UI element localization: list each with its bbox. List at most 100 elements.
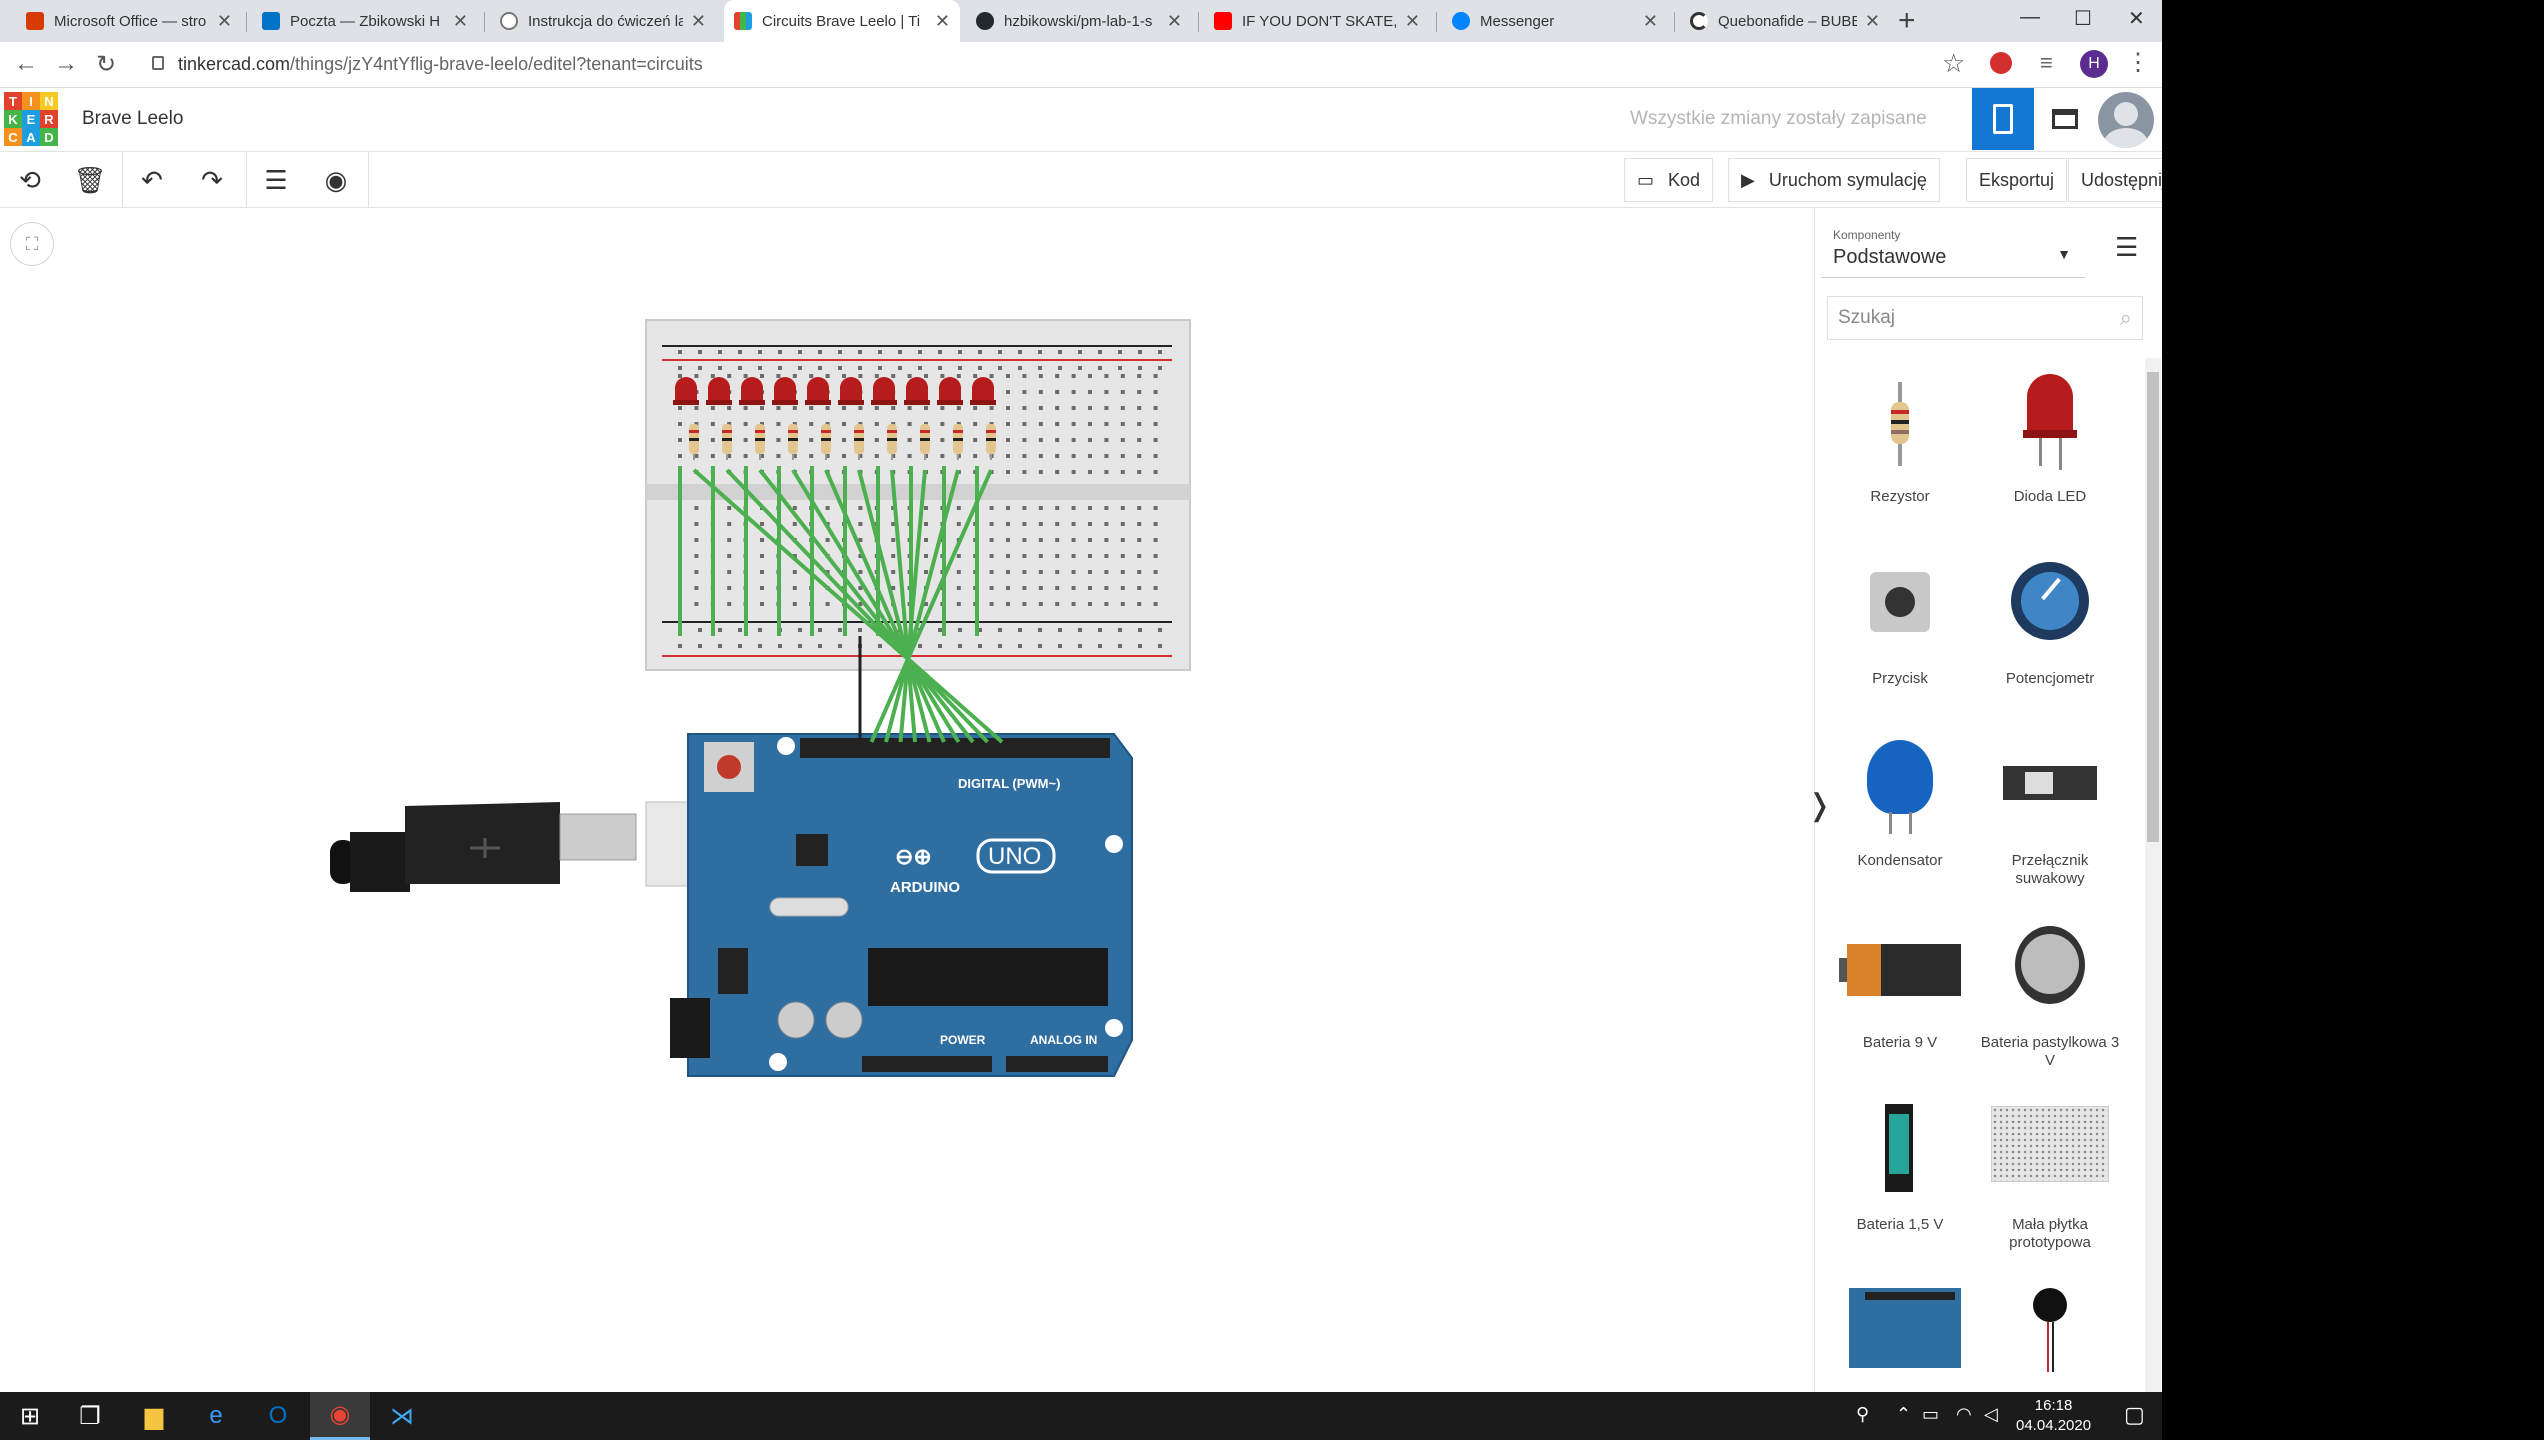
component-resistor[interactable]: Rezystor bbox=[1825, 368, 1975, 506]
extension-icon[interactable] bbox=[1990, 52, 2012, 74]
people-icon[interactable]: ⚲ bbox=[1856, 1404, 1869, 1425]
url-field[interactable]: tinkercad.com/things/jzY4ntYflig-brave-l… bbox=[178, 54, 703, 75]
digital-header-label: DIGITAL (PWM~) bbox=[958, 776, 1060, 791]
component-list-view-button[interactable] bbox=[2034, 88, 2096, 150]
browser-tab[interactable]: hzbikowski/pm-lab-1-s ✕ bbox=[966, 0, 1192, 42]
close-window-button[interactable]: ✕ bbox=[2128, 6, 2145, 31]
reload-button[interactable]: ↻ bbox=[96, 50, 116, 79]
close-tab-icon[interactable]: ✕ bbox=[691, 11, 706, 32]
component-potentiometer[interactable]: Potencjometr bbox=[1975, 550, 2125, 688]
volume-icon[interactable]: ◁ bbox=[1984, 1404, 1998, 1425]
component-pushbutton[interactable]: Przycisk bbox=[1825, 550, 1975, 688]
browser-tab-active[interactable]: Circuits Brave Leelo | Ti ✕ bbox=[724, 0, 960, 42]
close-tab-icon[interactable]: ✕ bbox=[1643, 11, 1658, 32]
notifications-icon[interactable]: ▢ bbox=[2124, 1402, 2145, 1428]
component-led[interactable]: Dioda LED bbox=[1975, 368, 2125, 506]
close-tab-icon[interactable]: ✕ bbox=[217, 11, 232, 32]
clock[interactable]: 16:18 04.04.2020 bbox=[2016, 1396, 2091, 1436]
component-capacitor[interactable]: Kondensator bbox=[1825, 732, 1975, 870]
circuit-drawing: ⊖⊕ ARDUINO UNO DIGITAL (PWM~) POWER ANAL… bbox=[330, 319, 1191, 1077]
outlook-button[interactable]: O bbox=[248, 1392, 308, 1440]
minimize-button[interactable]: — bbox=[2020, 6, 2040, 29]
url-path: /things/jzY4ntYflig-brave-leelo/editel?t… bbox=[290, 54, 703, 74]
component-coin-cell[interactable]: Bateria pastylkowa 3 V bbox=[1975, 914, 2125, 1070]
component-battery-9v[interactable]: Bateria 9 V bbox=[1825, 914, 1975, 1052]
browser-tab[interactable]: Poczta — Zbikowski H ✕ bbox=[252, 0, 478, 42]
github-favicon-icon bbox=[976, 12, 994, 30]
arduino-logo-symbol: ⊖⊕ bbox=[895, 844, 932, 869]
delete-icon[interactable]: 🗑 bbox=[70, 160, 110, 200]
close-tab-icon[interactable]: ✕ bbox=[1167, 11, 1182, 32]
close-tab-icon[interactable]: ✕ bbox=[1865, 11, 1880, 32]
arduino-uno[interactable]: ⊖⊕ ARDUINO UNO DIGITAL (PWM~) POWER ANAL… bbox=[670, 733, 1133, 1077]
start-button[interactable]: ⊞ bbox=[0, 1392, 60, 1440]
tab-strip: Microsoft Office — stro ✕ Poczta — Zbiko… bbox=[0, 0, 2162, 42]
redo-icon[interactable]: ↷ bbox=[192, 160, 232, 200]
profile-avatar[interactable]: H bbox=[2080, 50, 2108, 78]
url-host: tinkercad.com bbox=[178, 54, 291, 74]
tinkercad-logo[interactable]: T I N K E R C A D bbox=[4, 92, 58, 146]
export-label: Eksportuj bbox=[1979, 169, 2055, 190]
bookmark-star-icon[interactable]: ☆ bbox=[1942, 48, 1965, 79]
rotate-icon[interactable]: ⟲ bbox=[10, 160, 50, 200]
browser-tab[interactable]: Microsoft Office — stro ✕ bbox=[16, 0, 242, 42]
logo-letter: A bbox=[22, 128, 40, 146]
browser-tab[interactable]: Instrukcja do ćwiczeń la ✕ bbox=[490, 0, 716, 42]
maximize-button[interactable]: ☐ bbox=[2074, 6, 2092, 31]
windows-logo-icon: ⊞ bbox=[19, 1402, 41, 1430]
task-view-button[interactable]: ❐ bbox=[60, 1392, 120, 1440]
battery-icon[interactable]: ▭ bbox=[1922, 1404, 1939, 1425]
vscode-button[interactable]: ⋊ bbox=[372, 1392, 432, 1440]
youtube-favicon-icon bbox=[1214, 12, 1232, 30]
tab-title: hzbikowski/pm-lab-1-s bbox=[1004, 12, 1153, 30]
component-vibration-motor[interactable] bbox=[1975, 1278, 2125, 1392]
new-tab-button[interactable]: + bbox=[1898, 4, 1916, 38]
wifi-icon[interactable]: ◠ bbox=[1956, 1404, 1972, 1425]
components-scrollbar[interactable] bbox=[2145, 358, 2161, 1392]
component-battery-aa[interactable]: Bateria 1,5 V bbox=[1825, 1096, 1975, 1234]
export-button[interactable]: Eksportuj bbox=[1966, 158, 2068, 202]
close-tab-icon[interactable]: ✕ bbox=[453, 11, 468, 32]
component-small-breadboard[interactable]: Mała płytka prototypowa bbox=[1975, 1096, 2125, 1252]
project-name[interactable]: Brave Leelo bbox=[82, 108, 183, 130]
chrome-button[interactable]: ◉ bbox=[310, 1392, 370, 1440]
component-name: Bateria 9 V bbox=[1862, 1034, 1938, 1051]
coin-cell-icon bbox=[1975, 914, 2125, 1034]
forward-button[interactable]: → bbox=[54, 50, 78, 78]
screen: Microsoft Office — stro ✕ Poczta — Zbiko… bbox=[0, 0, 2544, 1440]
workplane-canvas[interactable]: ⛶ ⊖⊕ ARDUINO UNO DIGITAL (PWM~) POWER AN… bbox=[0, 208, 1814, 1392]
reading-list-icon[interactable]: ≡ bbox=[2040, 50, 2053, 76]
search-input[interactable] bbox=[1828, 297, 2098, 339]
browser-tab[interactable]: Quebonafide – BUBBLE ✕ bbox=[1680, 0, 1890, 42]
close-tab-icon[interactable]: ✕ bbox=[935, 11, 950, 32]
chrome-icon: ◉ bbox=[329, 1401, 351, 1428]
show-hidden-icons-chevron-icon[interactable]: ⌃ bbox=[1896, 1404, 1911, 1425]
circuit-view-button[interactable] bbox=[1972, 88, 2034, 150]
vscode-icon: ⋊ bbox=[390, 1402, 414, 1430]
search-icon[interactable]: ⌕ bbox=[2120, 305, 2132, 331]
user-avatar[interactable] bbox=[2098, 92, 2154, 148]
list-view-icon[interactable]: ☰ bbox=[2115, 232, 2138, 263]
edge-button[interactable]: e bbox=[186, 1392, 246, 1440]
browser-tab[interactable]: IF YOU DON'T SKATE, D ✕ bbox=[1204, 0, 1430, 42]
component-arduino-uno[interactable] bbox=[1825, 1278, 1975, 1392]
share-button[interactable]: Udostępnij bbox=[2068, 158, 2162, 202]
components-category-select[interactable]: Komponenty Podstawowe ▼ bbox=[1821, 220, 2085, 278]
component-slide-switch[interactable]: Przełącznik suwakowy bbox=[1975, 732, 2125, 888]
analog-header-label: ANALOG IN bbox=[1030, 1033, 1097, 1047]
file-explorer-button[interactable]: ▆ bbox=[124, 1392, 184, 1440]
code-button[interactable]: ▭ Kod bbox=[1624, 158, 1714, 202]
components-panel: ❭ Komponenty Podstawowe ▼ ☰ ⌕ Rezystor bbox=[1807, 208, 2162, 1392]
tab-title: IF YOU DON'T SKATE, D bbox=[1242, 12, 1397, 30]
back-button[interactable]: ← bbox=[14, 50, 38, 78]
start-simulation-button[interactable]: ▶ Uruchom symulację bbox=[1728, 158, 1940, 202]
component-search[interactable]: ⌕ bbox=[1827, 296, 2143, 340]
notes-icon[interactable]: ☰ bbox=[256, 160, 296, 200]
close-tab-icon[interactable]: ✕ bbox=[1405, 11, 1420, 32]
logo-letter: N bbox=[40, 92, 58, 110]
browser-tab[interactable]: Messenger ✕ bbox=[1442, 0, 1668, 42]
browser-menu-icon[interactable]: ⋮ bbox=[2126, 48, 2150, 77]
messenger-favicon-icon bbox=[1452, 12, 1470, 30]
undo-icon[interactable]: ↶ bbox=[132, 160, 172, 200]
visibility-icon[interactable]: ◉ bbox=[316, 160, 356, 200]
